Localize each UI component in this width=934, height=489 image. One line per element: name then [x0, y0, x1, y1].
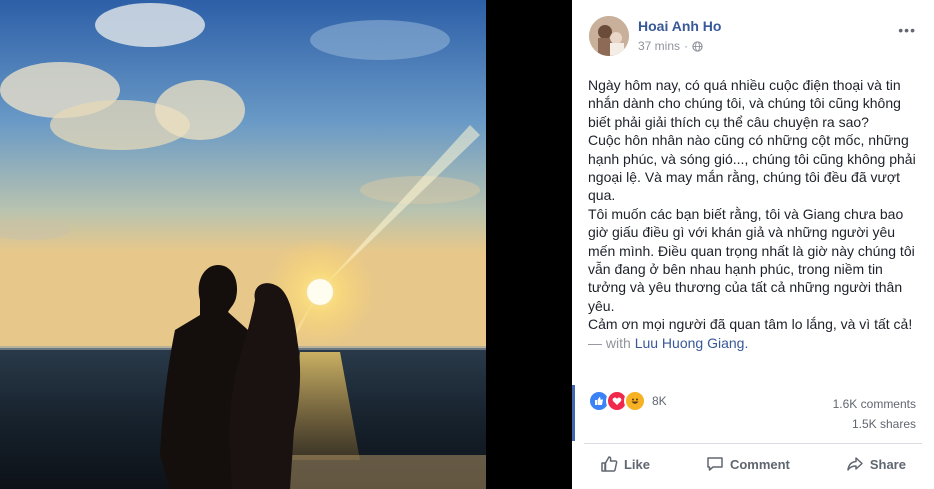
comment-button[interactable]: Comment: [706, 455, 790, 473]
divider: [584, 443, 922, 444]
tagged-person-link[interactable]: Luu Huong Giang.: [635, 335, 749, 351]
post-photo[interactable]: [0, 0, 486, 489]
post-body: Ngày hôm nay, có quá nhiều cuộc điện tho…: [588, 76, 920, 352]
sunset-couple-photo: [0, 0, 486, 489]
haha-icon: [624, 390, 646, 412]
shares-count[interactable]: 1.5K shares: [833, 414, 916, 434]
reaction-count: 8K: [652, 394, 667, 408]
author-name[interactable]: Hoai Anh Ho: [638, 18, 721, 34]
action-bar: Like Comment Share: [572, 449, 934, 479]
globe-icon: [692, 40, 703, 52]
ellipsis-icon[interactable]: •••: [898, 22, 916, 38]
thumbs-up-icon: [601, 456, 618, 472]
post-meta: 37 mins ·: [638, 39, 703, 53]
post-panel: Hoai Anh Ho 37 mins · ••• Ngày hôm nay, …: [572, 0, 934, 489]
post-paragraph: Ngày hôm nay, có quá nhiều cuộc điện tho…: [588, 77, 901, 130]
like-button[interactable]: Like: [600, 455, 650, 473]
engagement-stats: 1.6K comments 1.5K shares: [833, 394, 916, 434]
comment-icon: [707, 457, 723, 471]
reactions-summary[interactable]: 8K: [588, 390, 667, 412]
comments-count[interactable]: 1.6K comments: [833, 394, 916, 414]
accent-bar: [572, 385, 575, 441]
dot-separator: ·: [684, 39, 689, 53]
like-button-label: Like: [623, 456, 650, 472]
share-button[interactable]: Share: [846, 455, 906, 473]
share-button-label: Share: [869, 456, 906, 472]
post-timestamp[interactable]: 37 mins: [638, 39, 680, 53]
post-paragraph: Cuộc hôn nhân nào cũng có những cột mốc,…: [588, 132, 916, 204]
post-paragraph-last: Cảm ơn mọi người đã quan tâm lo lắng, và…: [588, 315, 920, 352]
comment-button-label: Comment: [729, 456, 790, 472]
share-arrow-icon: [847, 457, 863, 471]
avatar[interactable]: [589, 16, 629, 56]
photo-letterbox: [486, 0, 572, 489]
post-paragraph: Tôi muốn các bạn biết rằng, tôi và Giang…: [588, 205, 915, 314]
avatar-image: [589, 16, 629, 56]
with-label: — with: [588, 334, 631, 351]
post-paragraph-text: Cảm ơn mọi người đã quan tâm lo lắng, và…: [588, 316, 913, 333]
